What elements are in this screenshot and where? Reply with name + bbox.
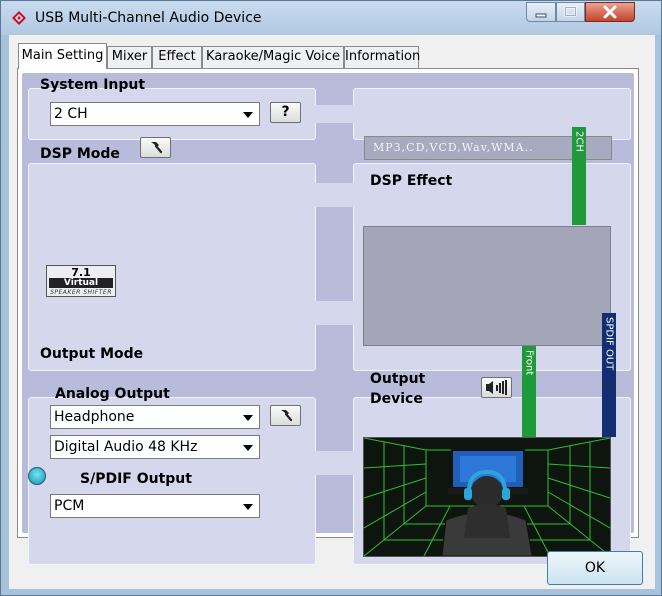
dsp-mode-settings-button[interactable] — [140, 137, 171, 158]
chevron-down-icon — [243, 504, 253, 510]
hammer-icon — [151, 142, 163, 154]
spdif-signal-label: SPDIF OUT — [603, 317, 615, 371]
front-signal-bar: Front — [522, 346, 536, 437]
input-signal-label: 2CH — [573, 131, 585, 152]
headphone-listener-illustration — [364, 438, 610, 556]
audio-quality-select[interactable]: Digital Audio 48 KHz — [50, 435, 260, 459]
connector — [315, 105, 354, 123]
connector — [315, 183, 354, 207]
tab-main-setting[interactable]: Main Setting — [18, 43, 107, 69]
spdif-output-value: PCM — [54, 498, 85, 514]
tab-information[interactable]: Information — [344, 46, 420, 68]
minimize-button[interactable] — [526, 2, 556, 22]
tab-mixer[interactable]: Mixer — [107, 46, 152, 68]
chevron-down-icon — [243, 415, 253, 421]
output-device-heading: Output Device — [370, 369, 425, 409]
help-button[interactable]: ? — [270, 102, 301, 123]
chevron-down-icon — [243, 445, 253, 451]
connector — [315, 301, 354, 325]
title-bar[interactable]: USB Multi-Channel Audio Device — [1, 1, 661, 35]
audio-quality-value: Digital Audio 48 KHz — [54, 439, 198, 455]
dsp-mode-heading: DSP Mode — [40, 146, 120, 162]
close-button[interactable] — [585, 2, 635, 22]
close-icon — [603, 5, 617, 19]
system-input-heading: System Input — [40, 77, 146, 93]
spdif-signal-bar: SPDIF OUT — [602, 313, 616, 437]
spdif-output-heading: S/PDIF Output — [80, 471, 192, 487]
speaker-test-button[interactable] — [481, 377, 512, 398]
maximize-button[interactable] — [556, 2, 585, 22]
minimize-icon — [535, 13, 547, 18]
hammer-icon — [281, 410, 293, 422]
ok-button[interactable]: OK — [547, 551, 643, 585]
analog-output-heading: Analog Output — [55, 386, 170, 402]
client-area: Main Setting Mixer Effect Karaoke/Magic … — [9, 35, 655, 589]
analog-output-settings-button[interactable] — [270, 405, 301, 426]
speaker-volume-icon — [486, 380, 507, 395]
maximize-icon — [564, 6, 577, 17]
dsp-effect-heading: DSP Effect — [370, 173, 453, 189]
badge-channel-label: 7.1 — [71, 266, 91, 279]
badge-virtual-label: Virtual — [49, 278, 113, 288]
chevron-down-icon — [243, 112, 253, 118]
window-title: USB Multi-Channel Audio Device — [35, 10, 262, 26]
app-logo-icon — [12, 11, 26, 25]
input-signal-bar: 2CH — [572, 127, 586, 225]
tab-karaoke-magic-voice[interactable]: Karaoke/Magic Voice — [202, 46, 344, 68]
main-setting-page: System Input 2 CH ? MP3,CD,VCD,Wav,WMA..… — [17, 68, 639, 565]
dsp-effect-display — [363, 226, 611, 346]
analog-output-value: Headphone — [54, 409, 135, 425]
analog-output-select[interactable]: Headphone — [50, 405, 260, 429]
output-device-heading-line1: Output — [370, 371, 426, 387]
window: USB Multi-Channel Audio Device Main Sett… — [0, 0, 662, 596]
output-mode-heading: Output Mode — [40, 346, 144, 362]
output-device-preview — [363, 437, 611, 557]
system-input-value: 2 CH — [54, 106, 88, 122]
spdif-connector-icon — [28, 467, 46, 485]
badge-shifter-label: SPEAKER SHIFTER — [50, 289, 112, 296]
output-device-heading-line2: Device — [370, 391, 423, 407]
tab-effect[interactable]: Effect — [152, 46, 202, 68]
input-format-section — [353, 88, 631, 140]
spdif-output-select[interactable]: PCM — [50, 494, 260, 518]
virtual-speaker-shifter-badge[interactable]: 7.1 Virtual SPEAKER SHIFTER — [46, 265, 116, 297]
system-input-select[interactable]: 2 CH — [50, 102, 260, 126]
connector — [315, 451, 354, 475]
front-signal-label: Front — [523, 350, 535, 376]
